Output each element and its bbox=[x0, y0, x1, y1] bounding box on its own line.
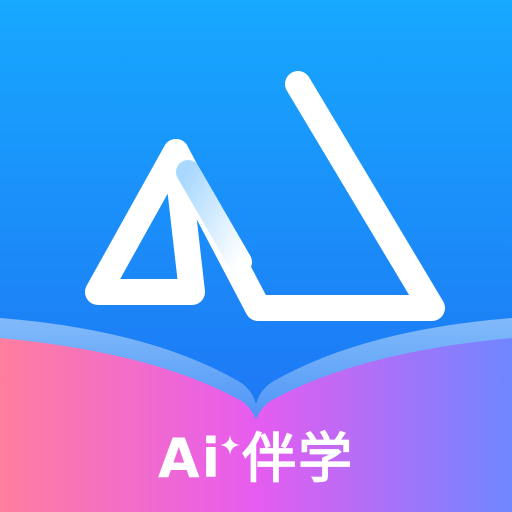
app-label: Ai 伴学 bbox=[0, 420, 512, 498]
label-latin: Ai bbox=[157, 427, 223, 490]
label-cjk: 伴学 bbox=[242, 427, 355, 490]
sparkle-star-icon bbox=[220, 435, 241, 455]
app-icon[interactable]: Ai 伴学 bbox=[0, 0, 512, 512]
